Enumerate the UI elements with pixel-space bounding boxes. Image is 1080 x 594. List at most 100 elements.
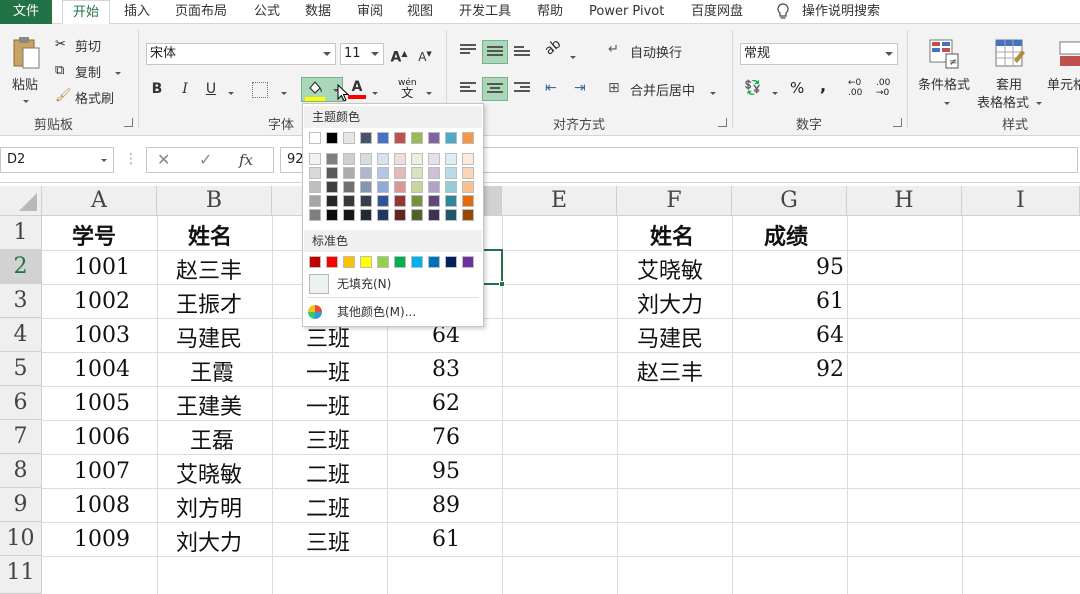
table-format-label-2[interactable]: 表格格式 bbox=[977, 92, 1029, 111]
no-fill-item[interactable]: 无填充(N) bbox=[307, 272, 481, 296]
copy-dropdown[interactable] bbox=[115, 66, 121, 81]
row-header-7[interactable]: 7 bbox=[0, 420, 42, 454]
cell-a4[interactable]: 1003 bbox=[74, 323, 130, 348]
theme-shade-swatch[interactable] bbox=[428, 181, 440, 193]
underline-button[interactable]: U bbox=[200, 78, 222, 100]
tab-insert[interactable]: 插入 bbox=[124, 0, 150, 24]
cell-c5[interactable]: 一班 bbox=[306, 355, 350, 387]
standard-color-swatch[interactable] bbox=[343, 256, 355, 268]
clipboard-launcher[interactable] bbox=[124, 118, 133, 127]
row-header-3[interactable]: 3 bbox=[0, 284, 42, 318]
italic-button[interactable]: I bbox=[174, 78, 196, 100]
phonetic-button[interactable]: wén 文 bbox=[398, 78, 417, 100]
theme-shade-swatch[interactable] bbox=[445, 167, 457, 179]
theme-shade-swatch[interactable] bbox=[411, 209, 423, 221]
currency-dropdown[interactable] bbox=[772, 86, 778, 101]
format-painter-button[interactable]: 格式刷 bbox=[75, 88, 114, 107]
cell-c8[interactable]: 二班 bbox=[306, 457, 350, 489]
theme-color-swatch[interactable] bbox=[445, 132, 457, 144]
theme-color-swatch[interactable] bbox=[428, 132, 440, 144]
cell-d8[interactable]: 95 bbox=[432, 459, 460, 484]
cell-b7[interactable]: 王磊 bbox=[190, 423, 234, 455]
theme-shade-swatch[interactable] bbox=[411, 195, 423, 207]
merge-center-button[interactable]: 合并后居中 bbox=[630, 80, 695, 99]
theme-shade-swatch[interactable] bbox=[326, 181, 338, 193]
theme-shade-swatch[interactable] bbox=[462, 181, 474, 193]
font-size-combo[interactable]: 11 bbox=[340, 43, 384, 65]
cell-b10[interactable]: 刘大力 bbox=[176, 525, 242, 557]
theme-shade-swatch[interactable] bbox=[411, 167, 423, 179]
theme-shade-swatch[interactable] bbox=[326, 167, 338, 179]
wrap-text-button[interactable]: 自动换行 bbox=[630, 42, 682, 61]
tab-baidu-netdisk[interactable]: 百度网盘 bbox=[691, 0, 743, 24]
align-bottom-icon[interactable] bbox=[514, 46, 530, 60]
column-header-e[interactable]: E bbox=[502, 186, 617, 216]
theme-shade-swatch[interactable] bbox=[462, 167, 474, 179]
cell-c6[interactable]: 一班 bbox=[306, 389, 350, 421]
theme-color-swatch[interactable] bbox=[343, 132, 355, 144]
select-all-corner[interactable] bbox=[0, 186, 42, 216]
standard-color-swatch[interactable] bbox=[428, 256, 440, 268]
theme-shade-swatch[interactable] bbox=[309, 181, 321, 193]
format-painter-icon[interactable]: 🖌 bbox=[55, 88, 72, 103]
cell-g4[interactable]: 64 bbox=[816, 323, 844, 348]
paste-label[interactable]: 粘贴 bbox=[12, 74, 38, 93]
theme-shade-swatch[interactable] bbox=[360, 181, 372, 193]
font-color-dropdown[interactable] bbox=[372, 86, 378, 101]
cell-b2[interactable]: 赵三丰 bbox=[176, 253, 242, 285]
theme-shade-swatch[interactable] bbox=[343, 153, 355, 165]
standard-color-swatch[interactable] bbox=[411, 256, 423, 268]
theme-shade-swatch[interactable] bbox=[394, 153, 406, 165]
theme-shade-swatch[interactable] bbox=[377, 209, 389, 221]
cell-b6[interactable]: 王建美 bbox=[176, 389, 242, 421]
standard-color-swatch[interactable] bbox=[309, 256, 321, 268]
cut-button[interactable]: 剪切 bbox=[75, 36, 101, 55]
copy-icon[interactable]: ⧉ bbox=[55, 63, 64, 78]
copy-button[interactable]: 复制 bbox=[75, 62, 101, 81]
theme-shade-swatch[interactable] bbox=[326, 153, 338, 165]
theme-shade-swatch[interactable] bbox=[343, 181, 355, 193]
row-header-1[interactable]: 1 bbox=[0, 216, 42, 250]
theme-shade-swatch[interactable] bbox=[462, 195, 474, 207]
theme-shade-swatch[interactable] bbox=[360, 153, 372, 165]
cell-b1[interactable]: 姓名 bbox=[188, 219, 232, 251]
row-header-8[interactable]: 8 bbox=[0, 454, 42, 488]
bold-button[interactable]: B bbox=[146, 78, 168, 100]
cell-a2[interactable]: 1001 bbox=[74, 255, 130, 280]
theme-shade-swatch[interactable] bbox=[343, 195, 355, 207]
lightbulb-icon[interactable] bbox=[776, 0, 790, 24]
column-header-g[interactable]: G bbox=[732, 186, 847, 216]
cut-icon[interactable]: ✂ bbox=[55, 37, 66, 52]
theme-shade-swatch[interactable] bbox=[309, 167, 321, 179]
theme-color-swatch[interactable] bbox=[462, 132, 474, 144]
phonetic-dropdown[interactable] bbox=[426, 86, 432, 101]
column-header-b[interactable]: B bbox=[157, 186, 272, 216]
theme-shade-swatch[interactable] bbox=[428, 195, 440, 207]
standard-color-swatch[interactable] bbox=[445, 256, 457, 268]
cell-f4[interactable]: 马建民 bbox=[637, 321, 703, 353]
cell-d5[interactable]: 83 bbox=[432, 357, 460, 382]
cell-f1[interactable]: 姓名 bbox=[650, 219, 694, 251]
theme-shade-swatch[interactable] bbox=[394, 195, 406, 207]
tab-page-layout[interactable]: 页面布局 bbox=[175, 0, 227, 24]
cell-g1[interactable]: 成绩 bbox=[764, 219, 808, 251]
standard-color-swatch[interactable] bbox=[462, 256, 474, 268]
tab-review[interactable]: 审阅 bbox=[357, 0, 383, 24]
cell-b4[interactable]: 马建民 bbox=[176, 321, 242, 353]
tab-data[interactable]: 数据 bbox=[305, 0, 331, 24]
cell-b3[interactable]: 王振才 bbox=[176, 287, 242, 319]
grow-font-button[interactable]: A▲ bbox=[388, 43, 410, 66]
decrease-indent-icon[interactable]: ⇤ bbox=[545, 80, 557, 96]
theme-color-swatch[interactable] bbox=[394, 132, 406, 144]
cell-styles-icon[interactable] bbox=[1058, 38, 1080, 70]
conditional-format-dropdown[interactable] bbox=[944, 96, 950, 111]
fill-handle[interactable] bbox=[499, 281, 505, 287]
theme-shade-swatch[interactable] bbox=[411, 153, 423, 165]
conditional-format-button[interactable]: 条件格式 bbox=[918, 74, 970, 93]
row-header-6[interactable]: 6 bbox=[0, 386, 42, 420]
cell-a7[interactable]: 1006 bbox=[74, 425, 130, 450]
theme-shade-swatch[interactable] bbox=[309, 209, 321, 221]
cell-a8[interactable]: 1007 bbox=[74, 459, 130, 484]
conditional-format-icon[interactable]: ≠ bbox=[928, 38, 960, 70]
tab-formulas[interactable]: 公式 bbox=[254, 0, 280, 24]
